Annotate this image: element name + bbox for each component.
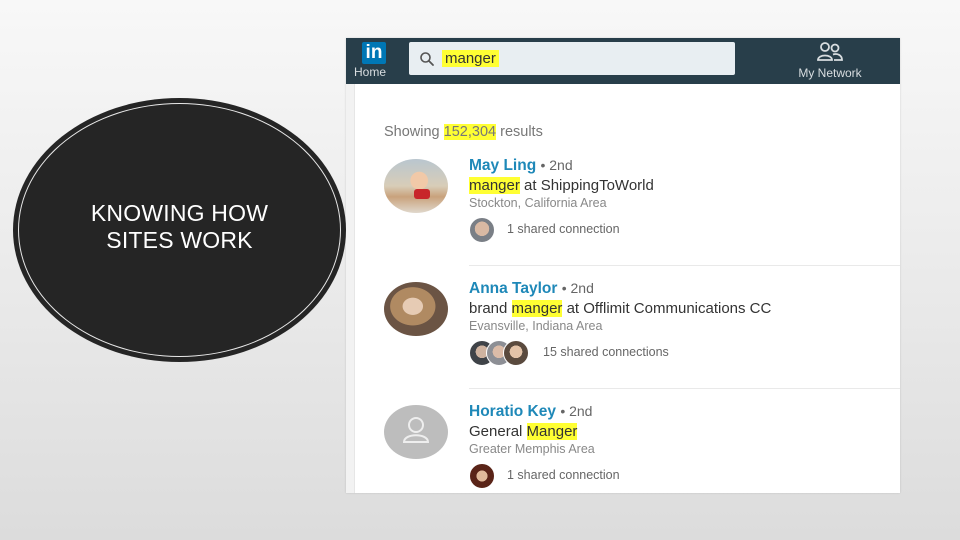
result-name[interactable]: Horatio Key bbox=[469, 403, 556, 420]
headline-text: at Offlimit Communications CC bbox=[562, 300, 772, 317]
headline-highlight: Manger bbox=[526, 423, 578, 440]
result-item[interactable]: Horatio Key • 2nd General Manger Greater… bbox=[346, 402, 900, 493]
headline-text: brand bbox=[469, 300, 512, 317]
result-divider bbox=[469, 265, 900, 266]
linkedin-logo-icon[interactable]: in bbox=[362, 42, 386, 64]
results-prefix: Showing bbox=[384, 124, 440, 140]
top-navbar: in Home manger My Network bbox=[346, 38, 900, 84]
shared-connections-text: 1 shared connection bbox=[507, 468, 620, 482]
person-silhouette-icon bbox=[402, 417, 430, 443]
result-headline: manger at ShippingToWorld bbox=[469, 176, 654, 195]
linkedin-screenshot: in Home manger My Network Showing 152,30… bbox=[346, 38, 900, 493]
result-headline: brand manger at Offlimit Communications … bbox=[469, 299, 771, 318]
search-value: manger bbox=[442, 50, 499, 67]
result-location: Greater Memphis Area bbox=[469, 442, 595, 456]
people-icon bbox=[817, 42, 843, 61]
search-input[interactable]: manger bbox=[409, 42, 735, 75]
photo-avatar[interactable] bbox=[384, 282, 448, 336]
connection-avatar bbox=[469, 217, 495, 243]
result-divider bbox=[469, 388, 900, 389]
slide-title-line-2: SITES WORK bbox=[106, 227, 253, 253]
connection-avatar bbox=[469, 463, 495, 489]
results-suffix: results bbox=[500, 124, 543, 140]
placeholder-avatar[interactable] bbox=[384, 405, 448, 459]
result-headline: General Manger bbox=[469, 422, 595, 441]
nav-my-network-label: My Network bbox=[798, 66, 862, 80]
shared-connections[interactable]: 15 shared connections bbox=[469, 340, 771, 366]
shared-connections[interactable]: 1 shared connection bbox=[469, 217, 654, 243]
headline-highlight: manger bbox=[511, 300, 563, 317]
shared-connections[interactable]: 1 shared connection bbox=[469, 463, 620, 489]
photo-avatar[interactable] bbox=[384, 159, 448, 213]
slide-title-line-1: KNOWING HOW bbox=[90, 200, 269, 226]
nav-home-label[interactable]: Home bbox=[354, 65, 386, 79]
results-number: 152,304 bbox=[443, 124, 497, 140]
connection-avatar bbox=[503, 340, 529, 366]
connection-degree: • 2nd bbox=[561, 280, 594, 296]
result-location: Stockton, California Area bbox=[469, 196, 607, 210]
shared-connections-text: 1 shared connection bbox=[507, 222, 620, 236]
connection-degree: • 2nd bbox=[560, 403, 593, 419]
result-name[interactable]: May Ling bbox=[469, 157, 536, 174]
connection-degree: • 2nd bbox=[540, 157, 573, 173]
nav-my-network[interactable]: My Network bbox=[790, 42, 870, 80]
headline-highlight: manger bbox=[469, 177, 520, 194]
result-location: Evansville, Indiana Area bbox=[469, 319, 603, 333]
result-item[interactable]: Anna Taylor • 2nd brand manger at Offlim… bbox=[346, 279, 900, 399]
search-icon bbox=[420, 52, 434, 66]
slide-title: KNOWING HOW SITES WORK bbox=[13, 200, 346, 254]
results-count: Showing 152,304 results bbox=[384, 124, 543, 140]
headline-text: General bbox=[469, 423, 527, 440]
title-oval: KNOWING HOW SITES WORK bbox=[13, 98, 346, 362]
shared-connections-text: 15 shared connections bbox=[543, 345, 669, 359]
headline-text: at ShippingToWorld bbox=[519, 177, 654, 194]
result-name[interactable]: Anna Taylor bbox=[469, 280, 557, 297]
result-item[interactable]: May Ling • 2nd manger at ShippingToWorld… bbox=[346, 156, 900, 276]
